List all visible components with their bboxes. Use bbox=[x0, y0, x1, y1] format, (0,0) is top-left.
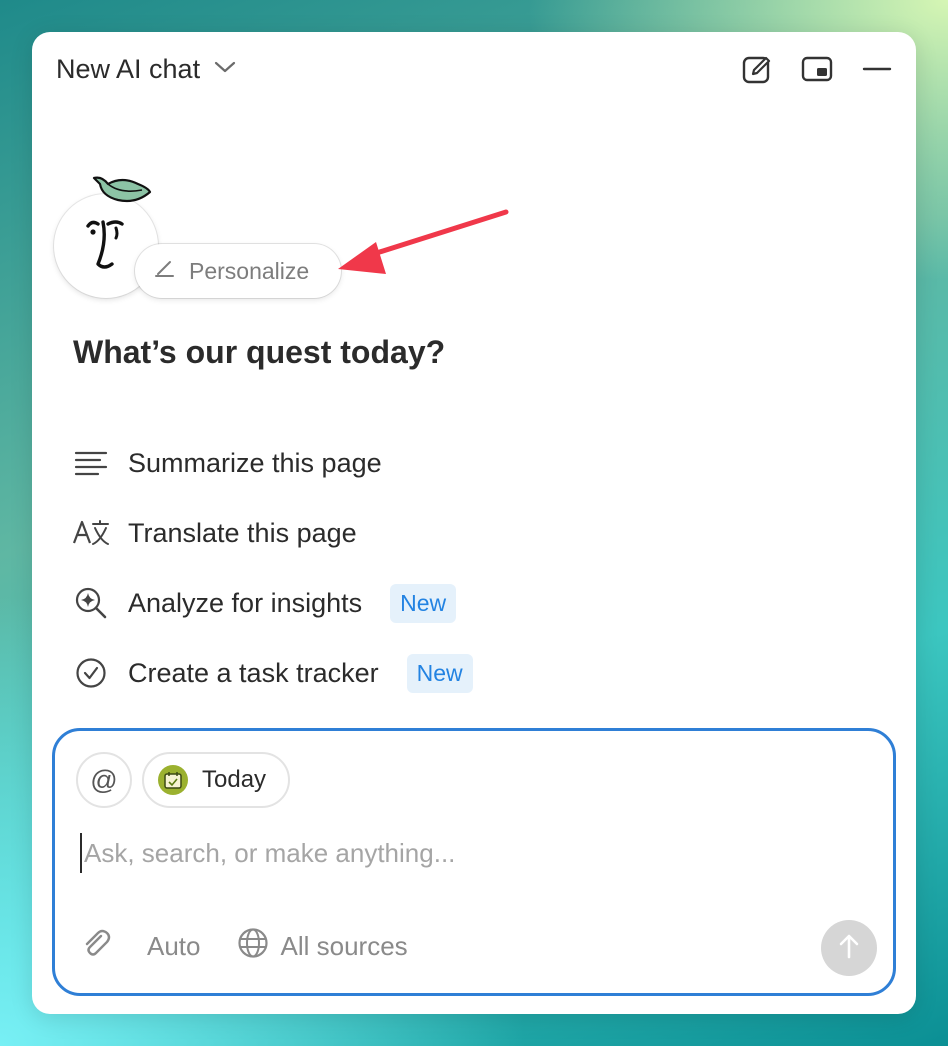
lines-icon bbox=[72, 450, 110, 476]
paperclip-icon[interactable] bbox=[81, 928, 111, 965]
ai-chat-panel: New AI chat Personalize What’s our quest… bbox=[32, 32, 916, 1014]
personalize-button[interactable]: Personalize bbox=[135, 244, 341, 298]
page-title: What’s our quest today? bbox=[73, 334, 446, 370]
suggestion-label: Translate this page bbox=[128, 517, 357, 548]
personalize-label: Personalize bbox=[189, 257, 310, 284]
leaf-hat-icon bbox=[92, 174, 152, 211]
suggestion-translate[interactable]: Translate this page bbox=[72, 498, 572, 568]
calendar-icon bbox=[158, 765, 188, 795]
new-chat-icon[interactable] bbox=[740, 52, 774, 86]
suggestion-label: Create a task tracker bbox=[128, 657, 379, 688]
chat-title: New AI chat bbox=[56, 53, 201, 84]
send-button[interactable] bbox=[821, 920, 877, 976]
today-chip-label: Today bbox=[202, 766, 267, 793]
chat-header: New AI chat bbox=[56, 50, 894, 88]
header-actions bbox=[740, 52, 894, 86]
new-badge: New bbox=[390, 583, 457, 623]
today-context-chip[interactable]: Today bbox=[142, 752, 291, 808]
translate-icon bbox=[72, 519, 110, 547]
suggestion-label: Analyze for insights bbox=[128, 587, 363, 618]
chat-composer: @ Today Auto All sources bbox=[52, 728, 896, 996]
chevron-down-icon bbox=[214, 60, 236, 79]
mode-label: Auto bbox=[147, 931, 201, 961]
suggestion-list: Summarize this page Translate this page … bbox=[72, 428, 572, 708]
minimize-icon[interactable] bbox=[860, 52, 894, 86]
pencil-icon bbox=[153, 259, 177, 284]
chat-input[interactable] bbox=[80, 833, 840, 873]
new-badge: New bbox=[406, 653, 473, 693]
sources-button[interactable]: All sources bbox=[237, 927, 408, 966]
context-chips: @ Today bbox=[76, 752, 291, 808]
arrow-up-icon bbox=[838, 933, 860, 964]
picture-in-picture-icon[interactable] bbox=[800, 52, 834, 86]
composer-toolbar: Auto All sources bbox=[81, 927, 408, 966]
sources-label: All sources bbox=[280, 931, 408, 961]
mention-button[interactable]: @ bbox=[76, 752, 132, 808]
suggestion-summarize[interactable]: Summarize this page bbox=[72, 428, 572, 498]
chat-title-dropdown[interactable]: New AI chat bbox=[56, 54, 236, 85]
sparkle-search-icon bbox=[72, 586, 110, 620]
suggestion-analyze[interactable]: Analyze for insights New bbox=[72, 568, 572, 638]
model-mode-button[interactable]: Auto bbox=[147, 931, 201, 962]
suggestion-task-tracker[interactable]: Create a task tracker New bbox=[72, 638, 572, 708]
globe-icon bbox=[237, 927, 269, 966]
check-circle-icon bbox=[72, 657, 110, 689]
suggestion-label: Summarize this page bbox=[128, 447, 382, 478]
